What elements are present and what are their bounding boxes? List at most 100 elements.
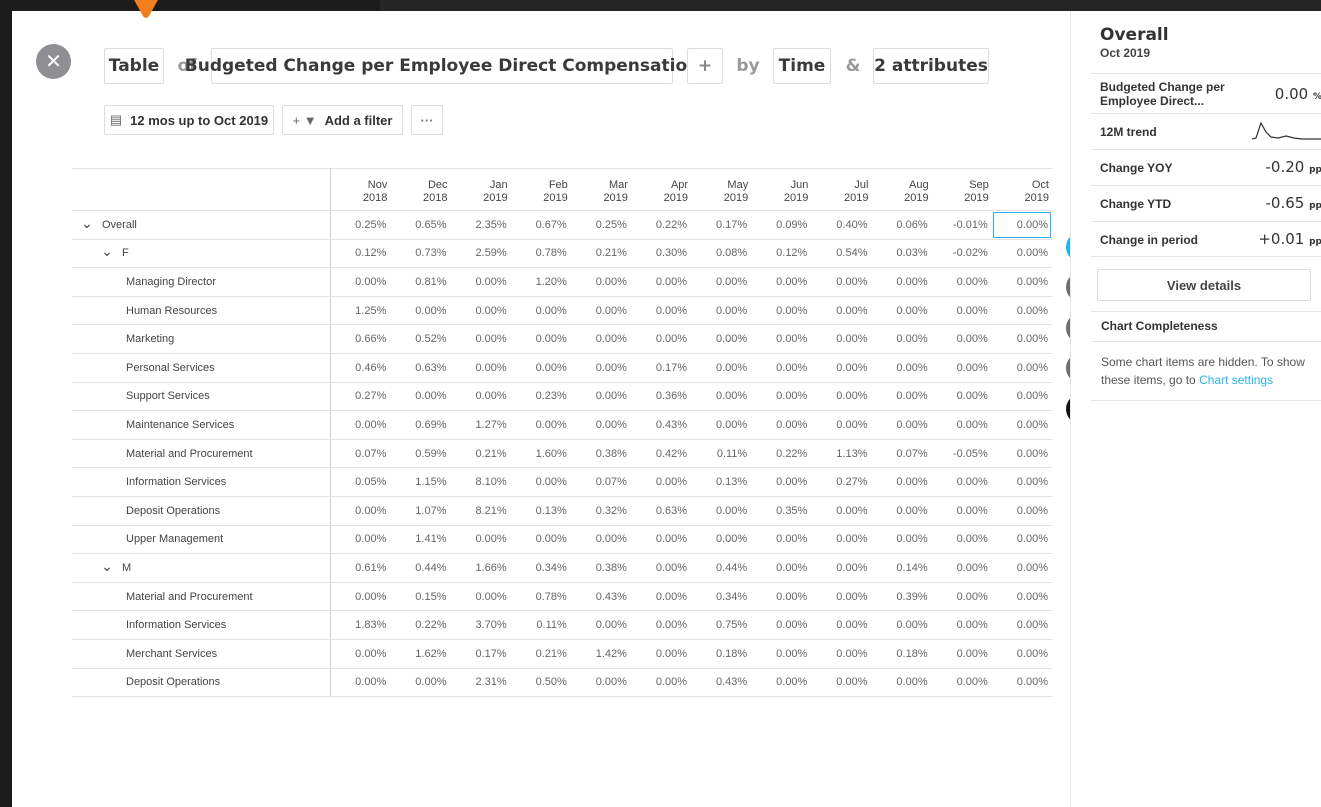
table-cell[interactable]: 1.13% bbox=[811, 439, 872, 469]
table-cell[interactable]: 0.00% bbox=[931, 267, 992, 297]
table-cell[interactable]: 0.00% bbox=[871, 410, 932, 440]
table-cell[interactable]: 0.43% bbox=[691, 668, 752, 698]
table-cell[interactable]: 0.00% bbox=[811, 324, 872, 354]
table-cell[interactable]: 0.00% bbox=[931, 296, 992, 326]
table-cell[interactable]: 0.00% bbox=[811, 267, 872, 297]
table-cell[interactable]: 0.63% bbox=[390, 353, 451, 383]
table-cell[interactable]: 0.12% bbox=[751, 239, 812, 269]
table-cell[interactable]: 0.00% bbox=[931, 582, 992, 612]
table-cell[interactable]: 1.42% bbox=[570, 639, 631, 669]
table-cell[interactable]: 1.60% bbox=[510, 439, 571, 469]
table-cell[interactable]: 2.59% bbox=[450, 239, 511, 269]
table-cell[interactable]: 0.00% bbox=[751, 553, 812, 583]
table-cell[interactable]: 0.00% bbox=[630, 296, 692, 326]
table-cell[interactable]: 0.00% bbox=[871, 382, 932, 412]
table-cell[interactable]: 0.00% bbox=[510, 353, 571, 383]
table-cell[interactable]: 0.65% bbox=[390, 210, 451, 240]
table-cell[interactable]: 1.66% bbox=[450, 553, 511, 583]
table-cell[interactable]: 0.00% bbox=[811, 582, 872, 612]
table-cell[interactable]: 0.00% bbox=[751, 668, 812, 698]
table-cell[interactable]: 0.30% bbox=[630, 239, 692, 269]
table-cell[interactable]: 0.00% bbox=[811, 639, 872, 669]
table-row[interactable]: Material and Procurement 0.00% 0.15% 0.00% 0… bbox=[72, 582, 1052, 612]
table-cell[interactable]: 0.00% bbox=[510, 296, 571, 326]
table-cell[interactable]: 0.00% bbox=[691, 296, 752, 326]
metric-chip[interactable]: Budgeted Change per Employee Direct Comp… bbox=[185, 48, 699, 84]
table-cell[interactable]: 0.00% bbox=[570, 353, 631, 383]
table-cell[interactable]: 0.18% bbox=[871, 639, 932, 669]
table-cell[interactable]: 0.00% bbox=[991, 210, 1052, 240]
table-cell[interactable]: 0.00% bbox=[991, 668, 1052, 698]
period-filter-chip[interactable]: ▤ 12 mos up to Oct 2019 bbox=[104, 105, 274, 135]
table-cell[interactable]: 0.59% bbox=[390, 439, 451, 469]
table-cell[interactable]: 0.00% bbox=[991, 582, 1052, 612]
table-cell[interactable]: 0.00% bbox=[871, 467, 932, 497]
close-button[interactable]: ✕ bbox=[36, 44, 71, 79]
table-cell[interactable]: 0.11% bbox=[510, 610, 571, 640]
table-cell[interactable]: 0.13% bbox=[691, 467, 752, 497]
column-header[interactable]: Jul 2019 bbox=[811, 168, 872, 211]
table-cell[interactable]: -0.02% bbox=[931, 239, 992, 269]
expand-caret-icon[interactable]: ⌄ bbox=[100, 244, 114, 258]
table-row[interactable]: Deposit Operations 0.00% 0.00% 2.31% 0.50% 0.… bbox=[72, 668, 1052, 698]
table-cell[interactable]: 0.00% bbox=[630, 553, 692, 583]
table-cell[interactable]: 0.00% bbox=[630, 610, 692, 640]
table-cell[interactable]: 0.00% bbox=[691, 410, 752, 440]
table-cell[interactable]: 0.00% bbox=[871, 296, 932, 326]
table-cell[interactable]: 0.17% bbox=[450, 639, 511, 669]
attributes-chip[interactable]: 2 attributes bbox=[873, 48, 989, 84]
table-cell[interactable]: 0.63% bbox=[630, 496, 692, 526]
table-cell[interactable]: 0.00% bbox=[931, 525, 992, 555]
table-cell[interactable]: 0.00% bbox=[751, 582, 812, 612]
table-cell[interactable]: 0.00% bbox=[811, 610, 872, 640]
table-cell[interactable]: 0.00% bbox=[991, 439, 1052, 469]
table-cell[interactable]: -0.01% bbox=[931, 210, 992, 240]
table-cell[interactable]: 0.00% bbox=[570, 668, 631, 698]
table-cell[interactable]: 0.27% bbox=[811, 467, 872, 497]
table-cell[interactable]: 0.52% bbox=[390, 324, 451, 354]
table-cell[interactable]: 0.15% bbox=[390, 582, 451, 612]
table-cell[interactable]: 0.43% bbox=[570, 582, 631, 612]
table-cell[interactable]: 0.00% bbox=[630, 639, 692, 669]
table-cell[interactable]: 0.00% bbox=[510, 410, 571, 440]
table-cell[interactable]: 0.00% bbox=[751, 324, 812, 354]
table-cell[interactable]: 0.39% bbox=[871, 582, 932, 612]
table-cell[interactable]: 0.00% bbox=[330, 639, 391, 669]
table-cell[interactable]: 0.14% bbox=[871, 553, 932, 583]
table-cell[interactable]: 0.25% bbox=[570, 210, 631, 240]
table-cell[interactable]: 0.22% bbox=[751, 439, 812, 469]
table-cell[interactable]: 0.00% bbox=[811, 553, 872, 583]
table-cell[interactable]: 0.00% bbox=[931, 639, 992, 669]
table-cell[interactable]: 0.00% bbox=[871, 324, 932, 354]
table-cell[interactable]: 0.08% bbox=[691, 239, 752, 269]
table-cell[interactable]: 0.00% bbox=[751, 353, 812, 383]
table-row[interactable]: Marketing 0.66% 0.52% 0.00% 0.00% 0.00% 0.00% 0… bbox=[72, 324, 1052, 354]
table-cell[interactable]: 0.00% bbox=[751, 610, 812, 640]
table-cell[interactable]: 0.00% bbox=[991, 610, 1052, 640]
table-cell[interactable]: 0.44% bbox=[691, 553, 752, 583]
table-cell[interactable]: 0.34% bbox=[510, 553, 571, 583]
table-cell[interactable]: 0.00% bbox=[330, 267, 391, 297]
column-header[interactable]: May 2019 bbox=[691, 168, 752, 211]
table-row[interactable]: Personal Services 0.46% 0.63% 0.00% 0.00% 0.0… bbox=[72, 353, 1052, 383]
table-cell[interactable]: 0.13% bbox=[510, 496, 571, 526]
table-cell[interactable]: 0.00% bbox=[510, 525, 571, 555]
table-cell[interactable]: 0.00% bbox=[991, 553, 1052, 583]
table-cell[interactable]: 0.32% bbox=[570, 496, 631, 526]
table-cell[interactable]: 0.00% bbox=[811, 296, 872, 326]
table-cell[interactable]: 0.22% bbox=[630, 210, 692, 240]
table-row[interactable]: Merchant Services 0.00% 1.62% 0.17% 0.21% 1.4… bbox=[72, 639, 1052, 669]
table-cell[interactable]: 0.00% bbox=[871, 668, 932, 698]
table-cell[interactable]: 0.38% bbox=[570, 553, 631, 583]
expand-caret-icon[interactable]: ⌄ bbox=[100, 559, 114, 573]
table-row[interactable]: Upper Management 0.00% 1.41% 0.00% 0.00% 0.00… bbox=[72, 525, 1052, 555]
table-row[interactable]: Human Resources 1.25% 0.00% 0.00% 0.00% 0.00%… bbox=[72, 296, 1052, 326]
table-cell[interactable]: 0.00% bbox=[630, 324, 692, 354]
table-cell[interactable]: 1.62% bbox=[390, 639, 451, 669]
table-cell[interactable]: 0.00% bbox=[630, 267, 692, 297]
table-row[interactable]: Support Services 0.27% 0.00% 0.00% 0.23% 0.00… bbox=[72, 382, 1052, 412]
table-cell[interactable]: 0.00% bbox=[630, 582, 692, 612]
table-cell[interactable]: 0.00% bbox=[570, 410, 631, 440]
table-cell[interactable]: 0.00% bbox=[991, 525, 1052, 555]
table-cell[interactable]: 2.31% bbox=[450, 668, 511, 698]
